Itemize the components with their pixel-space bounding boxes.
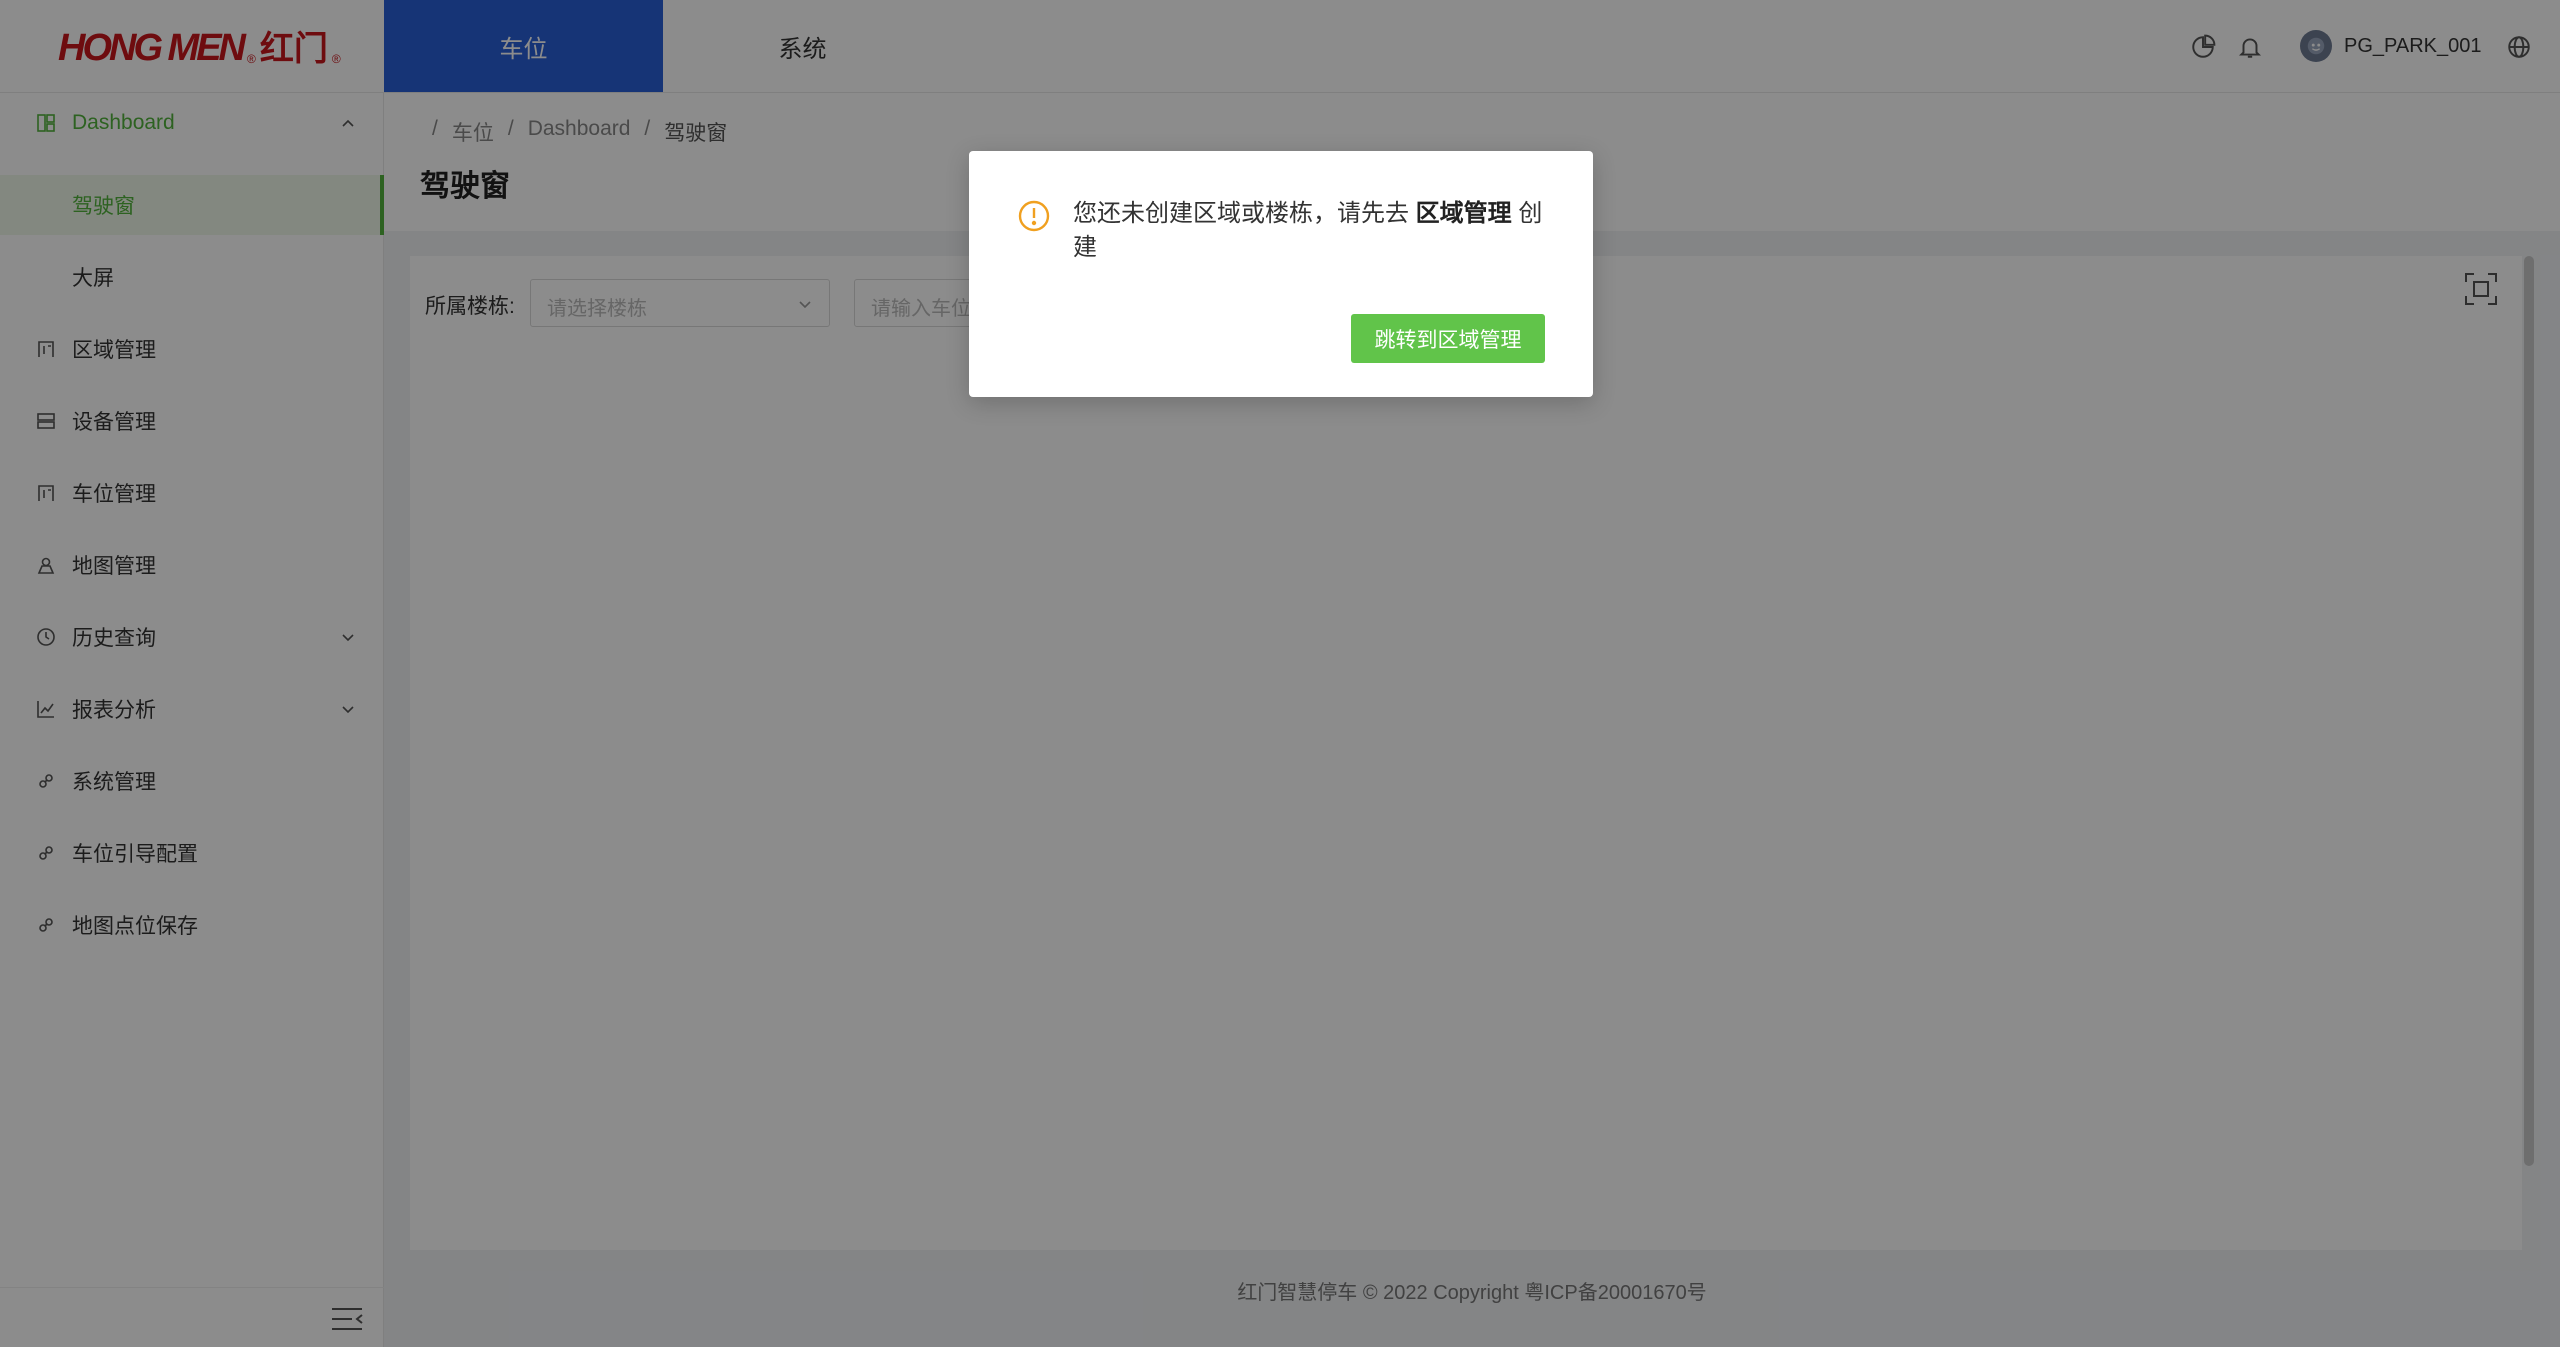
goto-area-management-button[interactable]: 跳转到区域管理 — [1351, 314, 1545, 363]
modal-message-highlight: 区域管理 — [1415, 200, 1512, 227]
modal-message-prefix: 您还未创建区域或楼栋，请先去 — [1073, 200, 1409, 227]
warning-modal: 您还未创建区域或楼栋，请先去 区域管理 创建 跳转到区域管理 — [969, 151, 1593, 397]
warning-icon — [1018, 200, 1050, 232]
modal-message: 您还未创建区域或楼栋，请先去 区域管理 创建 — [1073, 197, 1553, 265]
